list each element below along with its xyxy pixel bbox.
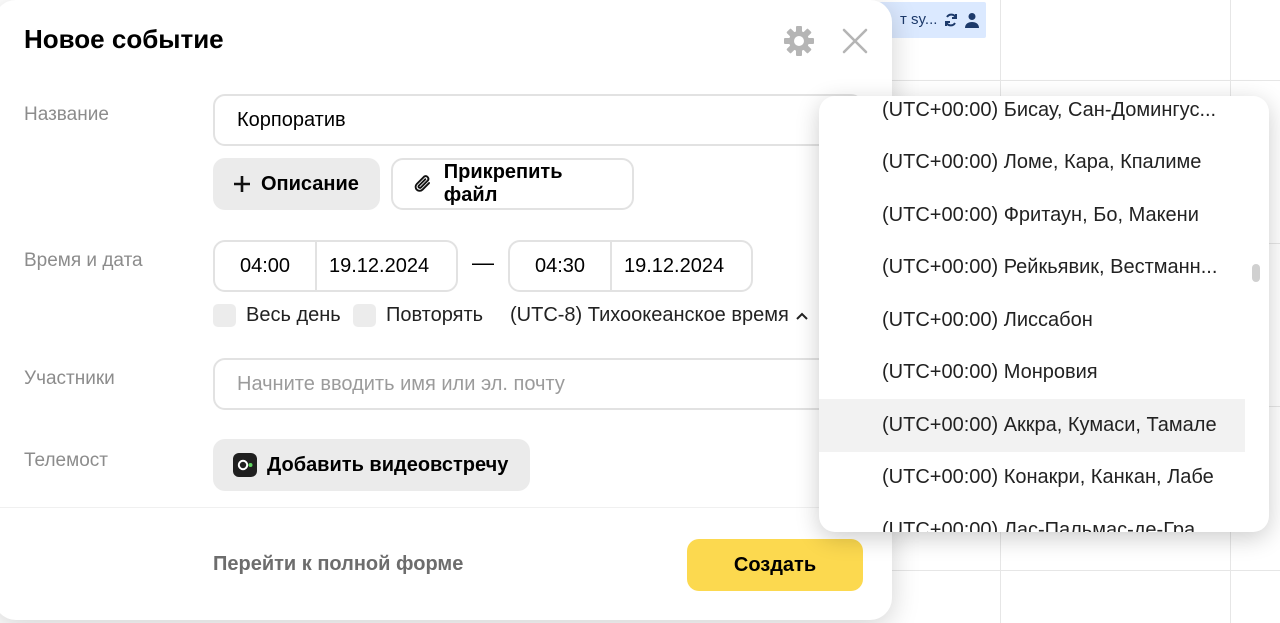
person-icon (965, 13, 980, 28)
full-form-link[interactable]: Перейти к полной форме (213, 553, 463, 576)
create-button[interactable]: Создать (687, 539, 863, 591)
timezone-option[interactable]: (UTC+00:00) Фритаун, Бо, Макени (819, 189, 1245, 242)
footer-divider (0, 507, 892, 508)
calendar-event-title: т sy... (900, 11, 938, 28)
timezone-option[interactable]: (UTC+00:00) Аккра, Кумаси, Тамале (819, 399, 1245, 452)
new-event-dialog: Новое событие Название Корпоратив Описан… (0, 0, 892, 620)
end-time-input[interactable]: 04:30 (510, 242, 610, 290)
event-name-value: Корпоратив (237, 108, 346, 131)
attach-file-label: Прикрепить файл (443, 161, 563, 206)
add-description-button[interactable]: Описание (213, 158, 380, 210)
name-label: Название (24, 104, 109, 125)
add-video-meeting-button[interactable]: Добавить видеовстречу (213, 439, 530, 491)
participants-label: Участники (24, 368, 115, 389)
timezone-value: (UTC-8) Тихоокеанское время (510, 304, 789, 326)
timezone-option[interactable]: (UTC+00:00) Рейкьявик, Вестманн... (819, 242, 1245, 295)
timezone-select[interactable]: (UTC-8) Тихоокеанское время (510, 304, 809, 327)
timezone-option[interactable]: (UTC+00:00) Лиссабон (819, 294, 1245, 347)
attach-file-button[interactable]: Прикрепить файл (391, 158, 634, 210)
telemost-label: Телемост (24, 450, 108, 471)
event-name-input[interactable]: Корпоратив (213, 94, 863, 146)
dropdown-scrollbar[interactable] (1252, 264, 1260, 282)
participants-placeholder: Начните вводить имя или эл. почту (237, 372, 565, 395)
video-icon (233, 453, 257, 477)
timezone-option[interactable]: (UTC+00:00) Лас-Пальмас-де-Гран... (819, 504, 1245, 532)
end-date-input[interactable]: 19.12.2024 (610, 242, 744, 290)
close-icon[interactable] (838, 24, 872, 58)
timezone-option[interactable]: (UTC+00:00) Монровия (819, 347, 1245, 400)
participants-input[interactable]: Начните вводить имя или эл. почту (213, 358, 863, 410)
start-time-input[interactable]: 04:00 (215, 242, 315, 290)
add-description-label: Описание (261, 172, 359, 195)
gear-icon[interactable] (782, 24, 816, 58)
sync-icon (945, 13, 958, 27)
plus-icon (234, 176, 250, 192)
range-dash: — (472, 250, 494, 275)
timezone-option[interactable]: (UTC+00:00) Бисау, Сан-Домингус... (819, 96, 1245, 137)
dialog-title: Новое событие (24, 24, 224, 54)
repeat-label: Повторять (386, 304, 484, 326)
all-day-box[interactable] (213, 304, 236, 327)
start-date-input[interactable]: 19.12.2024 (315, 242, 449, 290)
add-video-meeting-label: Добавить видеовстречу (267, 453, 509, 476)
timezone-option[interactable]: (UTC+00:00) Конакри, Канкан, Лабе (819, 452, 1245, 505)
datetime-label: Время и дата (24, 250, 143, 271)
timezone-option[interactable]: (UTC+00:00) Ломе, Кара, Кпалиме (819, 137, 1245, 190)
paperclip-icon (414, 175, 431, 192)
chevron-up-icon (796, 312, 808, 320)
timezone-dropdown: (UTC+00:00) Бисау, Сан-Домингус... (UTC+… (819, 96, 1269, 532)
end-datetime: 04:30 19.12.2024 (508, 240, 753, 292)
repeat-checkbox[interactable]: Повторять (353, 304, 483, 327)
all-day-label: Весь день (246, 304, 341, 326)
all-day-checkbox[interactable]: Весь день (213, 304, 341, 327)
timezone-list: (UTC+00:00) Бисау, Сан-Домингус... (UTC+… (819, 96, 1245, 532)
start-datetime: 04:00 19.12.2024 (213, 240, 458, 292)
repeat-box[interactable] (353, 304, 376, 327)
